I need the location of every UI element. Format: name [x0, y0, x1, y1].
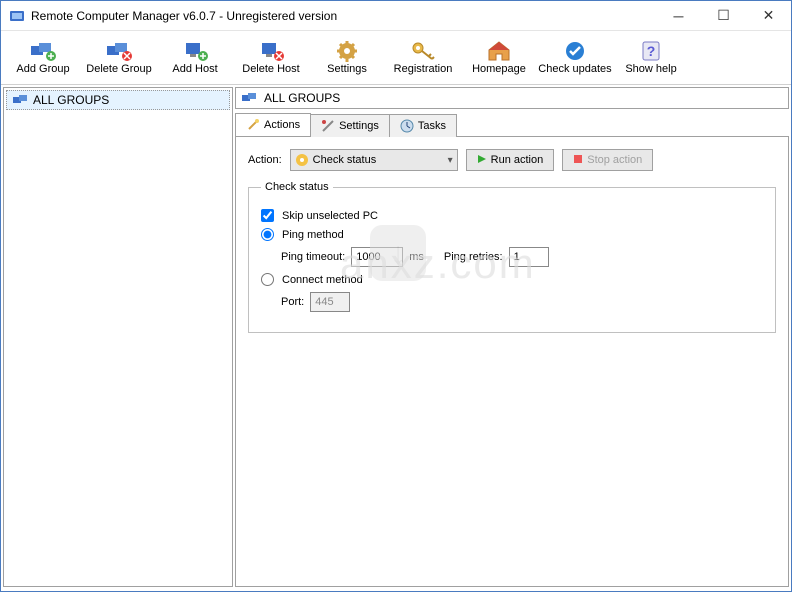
add-group-button[interactable]: Add Group: [5, 33, 81, 83]
tree-root-label: ALL GROUPS: [33, 93, 109, 107]
check-updates-button[interactable]: Check updates: [537, 33, 613, 83]
tool-label: Show help: [625, 63, 676, 75]
delete-group-button[interactable]: Delete Group: [81, 33, 157, 83]
titlebar: Remote Computer Manager v6.0.7 - Unregis…: [1, 1, 791, 31]
action-row: Action: Check status ▾ Run action Stop a…: [248, 149, 776, 171]
run-action-button[interactable]: Run action: [466, 149, 555, 171]
port-input: [310, 292, 350, 312]
status-icon: [295, 153, 309, 167]
gear-icon: [333, 40, 361, 62]
tool-label: Delete Group: [86, 63, 151, 75]
tool-label: Settings: [327, 63, 367, 75]
combo-value: Check status: [313, 154, 444, 166]
window-controls: ─ ☐ ✕: [656, 1, 791, 30]
skip-row: Skip unselected PC: [261, 209, 763, 222]
tool-label: Add Group: [16, 63, 69, 75]
connect-radio[interactable]: [261, 273, 274, 286]
app-icon: [9, 8, 25, 24]
toolbar: Add Group Delete Group Add Host Delete H…: [1, 31, 791, 85]
group-icon: [13, 93, 29, 107]
ping-timeout-label: Ping timeout:: [281, 251, 345, 263]
tool-label: Check updates: [538, 63, 611, 75]
stop-action-button[interactable]: Stop action: [562, 149, 653, 171]
sidebar: ALL GROUPS: [3, 87, 233, 587]
tab-label: Tasks: [418, 120, 446, 132]
content-header-label: ALL GROUPS: [264, 91, 340, 105]
ping-retries-label: Ping retries:: [444, 251, 503, 263]
settings-button[interactable]: Settings: [309, 33, 385, 83]
ping-row: Ping method: [261, 228, 763, 241]
tool-label: Add Host: [172, 63, 217, 75]
clock-icon: [400, 119, 414, 133]
content-area: ALL GROUPS Actions Settings Tasks Action…: [235, 87, 789, 587]
show-help-button[interactable]: ? Show help: [613, 33, 689, 83]
fieldset-legend: Check status: [261, 181, 333, 193]
add-host-icon: [181, 40, 209, 62]
skip-label[interactable]: Skip unselected PC: [282, 210, 378, 222]
homepage-button[interactable]: Homepage: [461, 33, 537, 83]
help-icon: ?: [637, 40, 665, 62]
delete-host-button[interactable]: Delete Host: [233, 33, 309, 83]
tab-label: Settings: [339, 120, 379, 132]
svg-text:?: ?: [647, 43, 656, 59]
skip-checkbox[interactable]: [261, 209, 274, 222]
chevron-down-icon: ▾: [448, 155, 453, 166]
ping-label[interactable]: Ping method: [282, 229, 344, 241]
tool-label: Delete Host: [242, 63, 299, 75]
tab-actions[interactable]: Actions: [235, 113, 311, 136]
minimize-button[interactable]: ─: [656, 1, 701, 30]
tool-label: Registration: [394, 63, 453, 75]
connect-label[interactable]: Connect method: [282, 274, 363, 286]
action-combo[interactable]: Check status ▾: [290, 149, 458, 171]
stop-label: Stop action: [587, 154, 642, 166]
port-row: Port:: [281, 292, 763, 312]
stop-icon: [573, 154, 583, 167]
close-button[interactable]: ✕: [746, 1, 791, 30]
window-title: Remote Computer Manager v6.0.7 - Unregis…: [31, 9, 656, 23]
ping-timeout-input[interactable]: [351, 247, 403, 267]
run-label: Run action: [491, 154, 544, 166]
delete-group-icon: [105, 40, 133, 62]
maximize-button[interactable]: ☐: [701, 1, 746, 30]
check-icon: [561, 40, 589, 62]
wand-icon: [246, 118, 260, 132]
actions-panel: Action: Check status ▾ Run action Stop a…: [235, 137, 789, 587]
play-icon: [477, 154, 487, 167]
connect-row: Connect method: [261, 273, 763, 286]
registration-button[interactable]: Registration: [385, 33, 461, 83]
delete-host-icon: [257, 40, 285, 62]
tab-label: Actions: [264, 119, 300, 131]
ping-params-row: Ping timeout: ms Ping retries:: [281, 247, 763, 267]
check-status-fieldset: Check status Skip unselected PC Ping met…: [248, 181, 776, 333]
tabstrip: Actions Settings Tasks: [235, 113, 789, 137]
action-label: Action:: [248, 154, 282, 166]
main-area: ALL GROUPS ALL GROUPS Actions Settings T…: [1, 85, 791, 589]
port-label: Port:: [281, 296, 304, 308]
tree-root-item[interactable]: ALL GROUPS: [6, 90, 230, 110]
group-icon: [242, 91, 258, 105]
add-group-icon: [29, 40, 57, 62]
tab-settings[interactable]: Settings: [310, 114, 390, 137]
add-host-button[interactable]: Add Host: [157, 33, 233, 83]
tools-icon: [321, 119, 335, 133]
key-icon: [409, 40, 437, 62]
home-icon: [485, 40, 513, 62]
content-header: ALL GROUPS: [235, 87, 789, 109]
tab-tasks[interactable]: Tasks: [389, 114, 457, 137]
ping-retries-input[interactable]: [509, 247, 549, 267]
tool-label: Homepage: [472, 63, 526, 75]
ping-radio[interactable]: [261, 228, 274, 241]
ping-timeout-unit: ms: [409, 251, 424, 263]
